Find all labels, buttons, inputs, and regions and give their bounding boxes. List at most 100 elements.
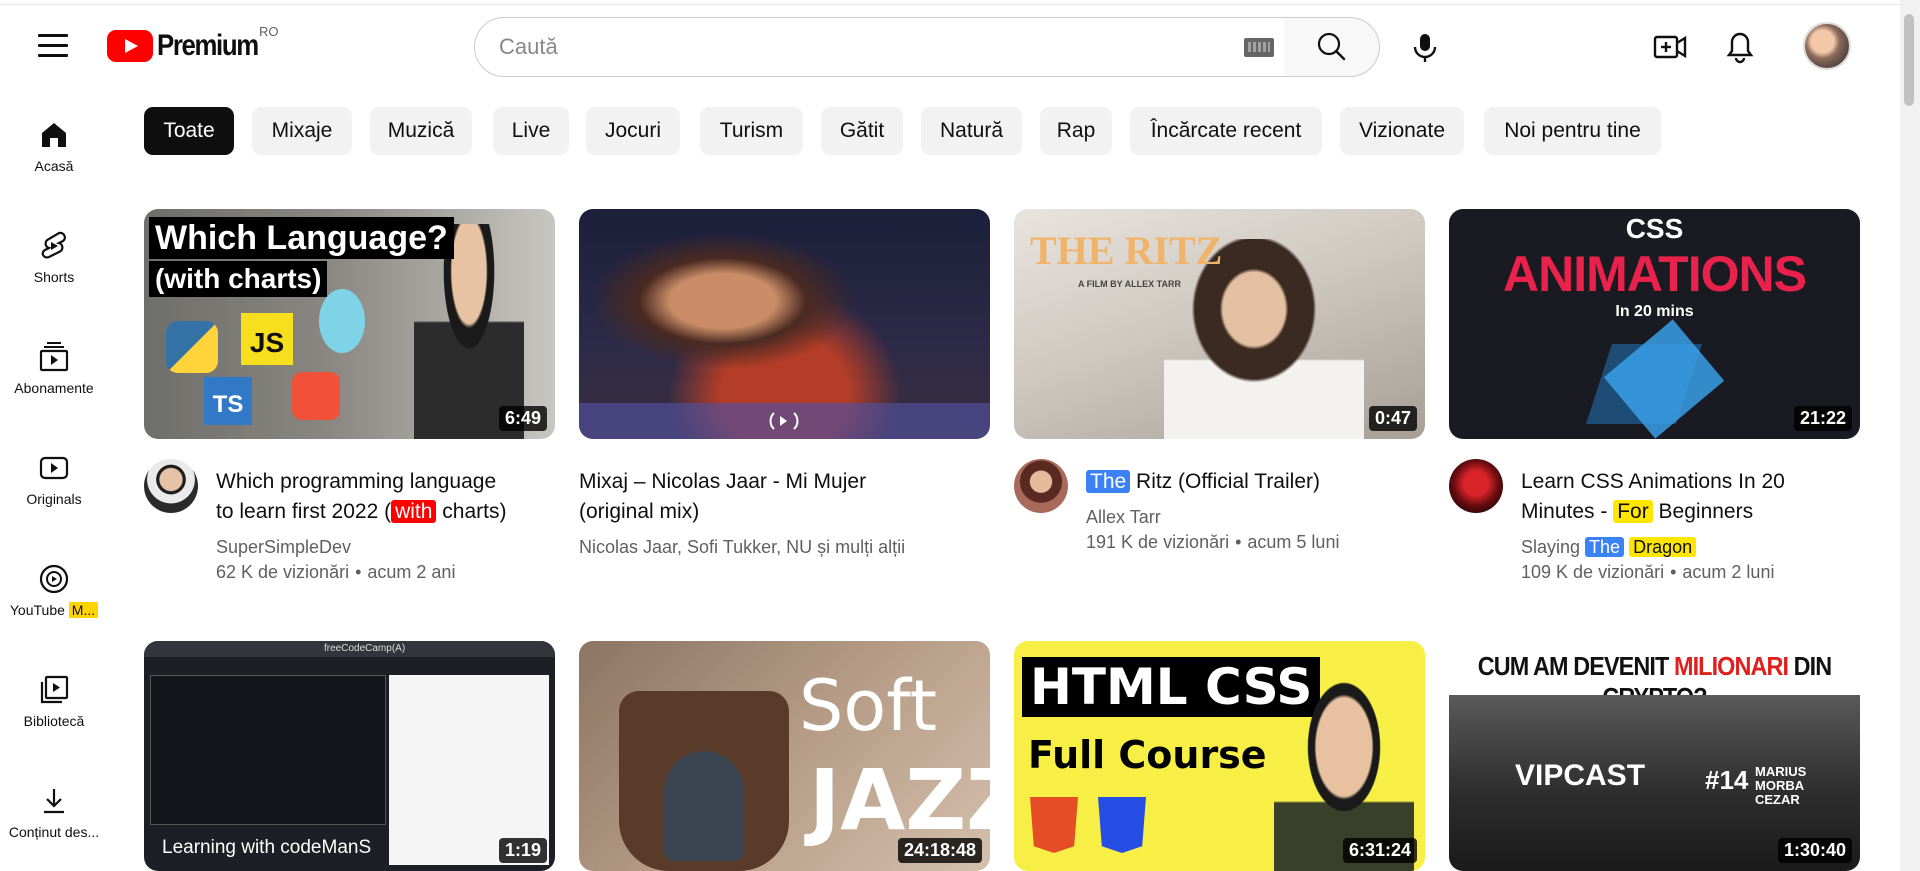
sidebar-item-originals[interactable]: Originals — [0, 433, 108, 533]
sidebar-item-label: Acasă — [34, 158, 74, 174]
channel-name[interactable]: SuperSimpleDev — [216, 535, 546, 559]
chip-watched[interactable]: Vizionate — [1340, 107, 1464, 155]
chip-mixes[interactable]: Mixaje — [252, 107, 352, 155]
notifications-button[interactable] — [1715, 22, 1765, 72]
channel-avatar[interactable] — [1014, 459, 1068, 513]
thumb-title-line-2: Full Course — [1028, 733, 1267, 777]
microphone-icon — [1413, 34, 1437, 62]
video-duration: 0:47 — [1368, 406, 1417, 431]
sidebar-youtube-text: YouTube — [9, 602, 65, 618]
keyboard-icon[interactable] — [1244, 38, 1274, 57]
thumb-title-line-1: CSS — [1625, 213, 1684, 244]
page-scrollbar[interactable] — [1900, 0, 1920, 871]
thumb-title-line-2: JAZZ — [809, 751, 990, 849]
channel-avatar[interactable] — [144, 459, 198, 513]
thumb-headline-part: CUM AM DEVENIT — [1477, 651, 1674, 681]
thumb-title-line-1: Soft — [799, 665, 938, 747]
sidebar-item-label: YouTube M... — [0, 602, 108, 618]
python-icon — [166, 321, 218, 373]
search-box — [474, 17, 1285, 77]
thumb-brand: VIPCAST — [1515, 759, 1646, 792]
chip-rap[interactable]: Rap — [1040, 107, 1112, 155]
video-meta: Learn CSS Animations In 20 Minutes - For … — [1521, 467, 1861, 585]
video-thumbnail[interactable]: CUM AM DEVENIT MILIONARI DIN CRYPTO? VIP… — [1449, 641, 1860, 871]
video-thumbnail[interactable] — [579, 209, 990, 439]
sidebar-item-library[interactable]: Bibliotecă — [0, 655, 108, 755]
chip-all[interactable]: Toate — [144, 107, 234, 155]
thumb-title-line-2: ANIMATIONS — [1503, 246, 1807, 302]
youtube-music-icon — [39, 564, 69, 594]
go-gopher-icon — [319, 289, 365, 353]
thumb-subtitle: A FILM BY ALLEX TARR — [1078, 279, 1181, 289]
logo-text: Premium — [157, 29, 259, 62]
thumb-title-line-2: (with charts) — [149, 261, 328, 297]
music-badge: M... — [68, 602, 99, 618]
youtube-premium-logo[interactable]: Premium — [107, 28, 274, 64]
chip-travel[interactable]: Turism — [700, 107, 803, 155]
sidebar-item-shorts[interactable]: Shorts — [0, 211, 108, 311]
channel-name[interactable]: Allex Tarr — [1086, 505, 1416, 529]
view-count: 62 K de vizionări — [216, 562, 350, 582]
title-part: Which programming language — [216, 470, 497, 493]
sidebar-item-home[interactable]: Acasă — [0, 100, 108, 200]
chip-music[interactable]: Muzică — [370, 107, 472, 155]
thumb-preview-pane — [389, 675, 549, 865]
upload-age: acum 2 ani — [367, 562, 456, 582]
channel-highlight: Dragon — [1629, 537, 1697, 557]
search-icon — [1317, 32, 1346, 61]
sidebar-item-subscriptions[interactable]: Abonamente — [0, 322, 108, 422]
video-stats: 191 K de vizionări • acum 5 luni — [1086, 532, 1340, 552]
html5-icon — [1030, 797, 1078, 853]
javascript-icon: JS — [241, 313, 293, 365]
title-part: Ritz (Official Trailer) — [1130, 470, 1320, 493]
video-thumbnail[interactable]: CSS ANIMATIONS In 20 mins 21:22 — [1449, 209, 1860, 439]
title-part: Beginners — [1652, 500, 1754, 523]
video-thumbnail[interactable]: Which Language? (with charts) JS TS 6:49 — [144, 209, 555, 439]
video-title[interactable]: Mixaj – Nicolas Jaar - Mi Mujer (original… — [579, 467, 979, 527]
title-part: charts) — [436, 500, 507, 523]
video-title[interactable]: Learn CSS Animations In 20 Minutes - For … — [1521, 467, 1861, 527]
video-duration: 1:30:40 — [1777, 838, 1852, 863]
video-thumbnail[interactable]: THE RITZ A FILM BY ALLEX TARR 0:47 — [1014, 209, 1425, 439]
title-highlight: The — [1086, 470, 1131, 493]
title-part: to learn first 2022 ( — [216, 500, 392, 523]
country-code: RO — [259, 24, 279, 39]
chip-recently-uploaded[interactable]: Încărcate recent — [1130, 107, 1322, 155]
video-title[interactable]: Which programming language to learn first… — [216, 467, 546, 527]
video-duration: 1:19 — [498, 838, 547, 863]
scrollbar-thumb[interactable] — [1904, 14, 1914, 106]
video-thumbnail[interactable]: Soft JAZZ 24:18:48 — [579, 641, 990, 871]
video-thumbnail[interactable]: HTML CSS Full Course 6:31:24 — [1014, 641, 1425, 871]
mix-artists[interactable]: Nicolas Jaar, Sofi Tukker, NU și mulți a… — [579, 535, 979, 559]
chip-cooking[interactable]: Gătit — [821, 107, 903, 155]
search-input[interactable] — [499, 34, 1199, 60]
thumb-title: THE RITZ — [1030, 228, 1223, 273]
video-stats: 109 K de vizionări • acum 2 luni — [1521, 562, 1775, 582]
channel-avatar[interactable] — [1449, 459, 1503, 513]
chip-gaming[interactable]: Jocuri — [586, 107, 680, 155]
title-part: Minutes - — [1521, 500, 1614, 523]
bell-icon — [1726, 32, 1754, 64]
mix-radio-icon — [769, 412, 799, 430]
top-divider — [0, 4, 1900, 5]
menu-icon[interactable] — [38, 34, 68, 58]
chip-nature[interactable]: Natură — [921, 107, 1022, 155]
upload-age: acum 5 luni — [1247, 532, 1340, 552]
sidebar-item-downloads[interactable]: Conținut des... — [0, 766, 108, 866]
sidebar-item-youtube-music[interactable]: YouTube M... — [0, 544, 108, 644]
channel-name[interactable]: Slaying The Dragon — [1521, 535, 1861, 559]
search-button[interactable] — [1284, 17, 1380, 77]
video-thumbnail[interactable]: freeCodeCamp(A) Learning with codeManS 1… — [144, 641, 555, 871]
chip-live[interactable]: Live — [493, 107, 569, 155]
sidebar-item-label: Abonamente — [14, 380, 94, 396]
account-avatar[interactable] — [1803, 22, 1851, 70]
video-title[interactable]: The Ritz (Official Trailer) — [1086, 467, 1416, 497]
swift-icon — [292, 372, 340, 420]
youtube-logo-icon — [107, 30, 153, 62]
typescript-icon: TS — [204, 377, 252, 425]
voice-search-button[interactable] — [1400, 22, 1450, 72]
create-video-button[interactable] — [1645, 22, 1695, 72]
thumb-guest: MARIUS MORBA CEZAR — [1755, 764, 1807, 807]
sidebar-item-label: Bibliotecă — [23, 713, 85, 729]
chip-new-to-you[interactable]: Noi pentru tine — [1484, 107, 1661, 155]
